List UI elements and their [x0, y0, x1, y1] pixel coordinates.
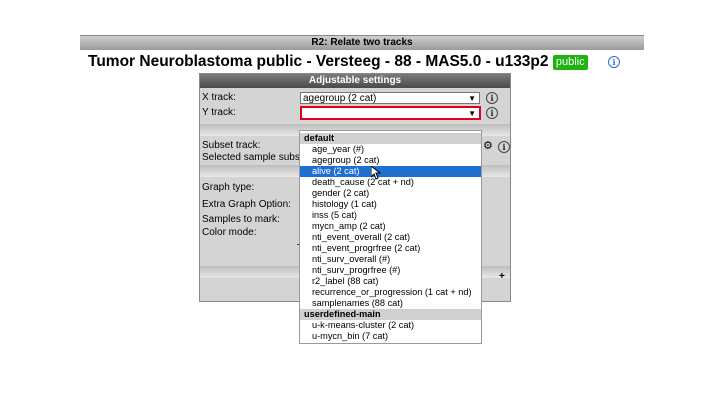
info-icon[interactable]: i — [608, 56, 620, 68]
y-track-label: Y track: — [202, 107, 236, 118]
graph-type-label: Graph type: — [202, 182, 255, 193]
x-track-select[interactable]: agegroup (2 cat) ▼ — [300, 92, 480, 104]
gear-icon[interactable]: ⚙ — [483, 139, 493, 152]
dropdown-option[interactable]: r2_label (88 cat) — [300, 276, 481, 287]
subset-info-icon[interactable]: i — [498, 141, 510, 153]
chevron-down-icon: ▼ — [468, 94, 476, 103]
subset-track-label: Subset track: — [202, 140, 261, 151]
page-title: Tumor Neuroblastoma public - Versteeg - … — [88, 53, 588, 71]
samples-to-mark-label: Samples to mark: — [202, 214, 280, 225]
optgroup-userdefined-main: userdefined-main — [300, 309, 481, 320]
public-badge: public — [552, 55, 588, 70]
selected-sample-subset-label: Selected sample subset: — [202, 152, 311, 163]
extra-graph-option-label: Extra Graph Option: — [202, 199, 291, 210]
dropdown-option[interactable]: nti_event_progrfree (2 cat) — [300, 243, 481, 254]
dropdown-option[interactable]: nti_event_overall (2 cat) — [300, 232, 481, 243]
dropdown-option[interactable]: nti_surv_overall (#) — [300, 254, 481, 265]
dropdown-option[interactable]: age_year (#) — [300, 144, 481, 155]
mouse-cursor-icon — [371, 166, 381, 180]
x-track-info-icon[interactable]: i — [486, 92, 498, 104]
expand-plus-button[interactable]: + — [499, 271, 505, 282]
dropdown-option[interactable]: gender (2 cat) — [300, 188, 481, 199]
panel-title: Adjustable settings — [200, 74, 510, 88]
chevron-down-icon: ▼ — [468, 109, 476, 118]
dropdown-option[interactable]: mycn_amp (2 cat) — [300, 221, 481, 232]
x-track-label: X track: — [202, 92, 236, 103]
y-track-dropdown[interactable]: default age_year (#) agegroup (2 cat) al… — [299, 130, 482, 344]
dropdown-option[interactable]: agegroup (2 cat) — [300, 155, 481, 166]
dropdown-option[interactable]: death_cause (2 cat + nd) — [300, 177, 481, 188]
dropdown-option[interactable]: u-k-means-cluster (2 cat) — [300, 320, 481, 331]
dropdown-option[interactable]: inss (5 cat) — [300, 210, 481, 221]
dropdown-option[interactable]: recurrence_or_progression (1 cat + nd) — [300, 287, 481, 298]
tool-title-bar: R2: Relate two tracks — [80, 35, 644, 50]
dropdown-option-highlighted[interactable]: alive (2 cat) — [300, 166, 481, 177]
y-track-select[interactable]: ▼ — [300, 106, 481, 120]
color-mode-label: Color mode: — [202, 227, 257, 238]
dropdown-option[interactable]: nti_surv_progrfree (#) — [300, 265, 481, 276]
optgroup-default: default — [300, 133, 481, 144]
y-track-info-icon[interactable]: i — [486, 107, 498, 119]
dataset-title: Tumor Neuroblastoma public - Versteeg - … — [88, 53, 549, 70]
x-track-value: agegroup (2 cat) — [303, 93, 377, 104]
dropdown-option[interactable]: samplenames (88 cat) — [300, 298, 481, 309]
dropdown-option[interactable]: u-mycn_bin (7 cat) — [300, 331, 481, 342]
dropdown-option[interactable]: histology (1 cat) — [300, 199, 481, 210]
